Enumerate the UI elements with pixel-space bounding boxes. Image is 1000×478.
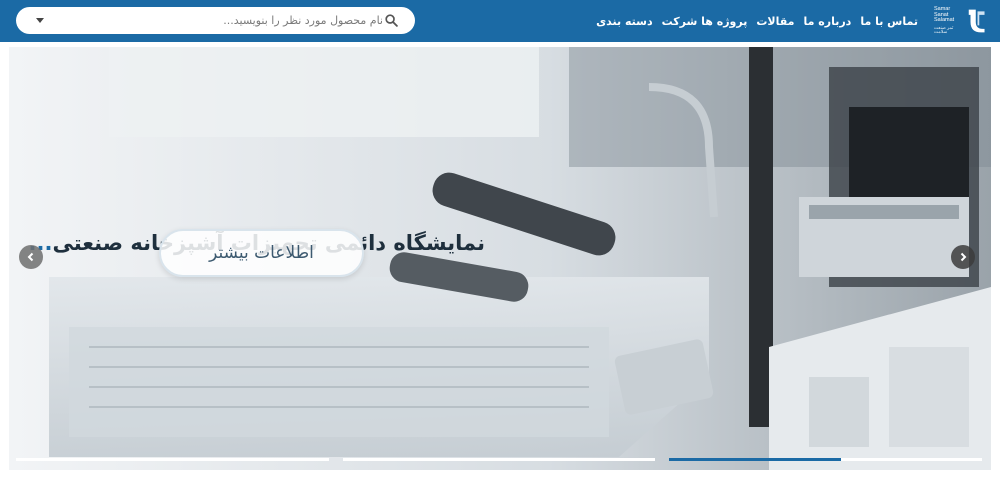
logo-line-3: Salamat bbox=[934, 17, 955, 24]
nav-item-categories[interactable]: دسته بندی bbox=[596, 15, 653, 28]
slide-progress-track[interactable] bbox=[342, 458, 656, 461]
site-header: Samar Sanat Salamat ثمر صنعت سلامت دسته … bbox=[0, 0, 1000, 42]
nav-item-projects[interactable]: پروژه ها شرکت bbox=[662, 15, 748, 28]
next-slide-button[interactable] bbox=[951, 245, 975, 269]
more-info-button[interactable]: اطلاعات بیشتر bbox=[159, 229, 364, 277]
prev-slide-button[interactable] bbox=[19, 245, 43, 269]
search-input[interactable] bbox=[76, 11, 383, 30]
slide-progress-track[interactable] bbox=[16, 458, 329, 461]
chevron-left-icon bbox=[27, 252, 34, 262]
nav-item-contact[interactable]: تماس با ما bbox=[860, 15, 918, 28]
nav-item-about[interactable]: درباره ما bbox=[803, 15, 851, 28]
site-logo[interactable]: Samar Sanat Salamat ثمر صنعت سلامت bbox=[934, 4, 986, 38]
logo-mark-icon bbox=[968, 9, 985, 33]
hero-background-image bbox=[9, 47, 991, 470]
slide-progress-fill bbox=[669, 458, 842, 461]
chevron-down-icon[interactable] bbox=[36, 18, 44, 23]
main-nav: دسته بندی پروژه ها شرکت مقالات درباره ما… bbox=[596, 0, 918, 42]
search-bar bbox=[16, 7, 415, 34]
hero-slider: نمایشگاه دائمی تجهیزات آشپزخانه صنعتی...… bbox=[9, 47, 991, 470]
nav-item-articles[interactable]: مقالات bbox=[756, 15, 794, 28]
chevron-right-icon bbox=[960, 252, 967, 262]
logo-tagline: ثمر صنعت سلامت bbox=[934, 24, 954, 35]
search-icon[interactable] bbox=[385, 14, 398, 27]
